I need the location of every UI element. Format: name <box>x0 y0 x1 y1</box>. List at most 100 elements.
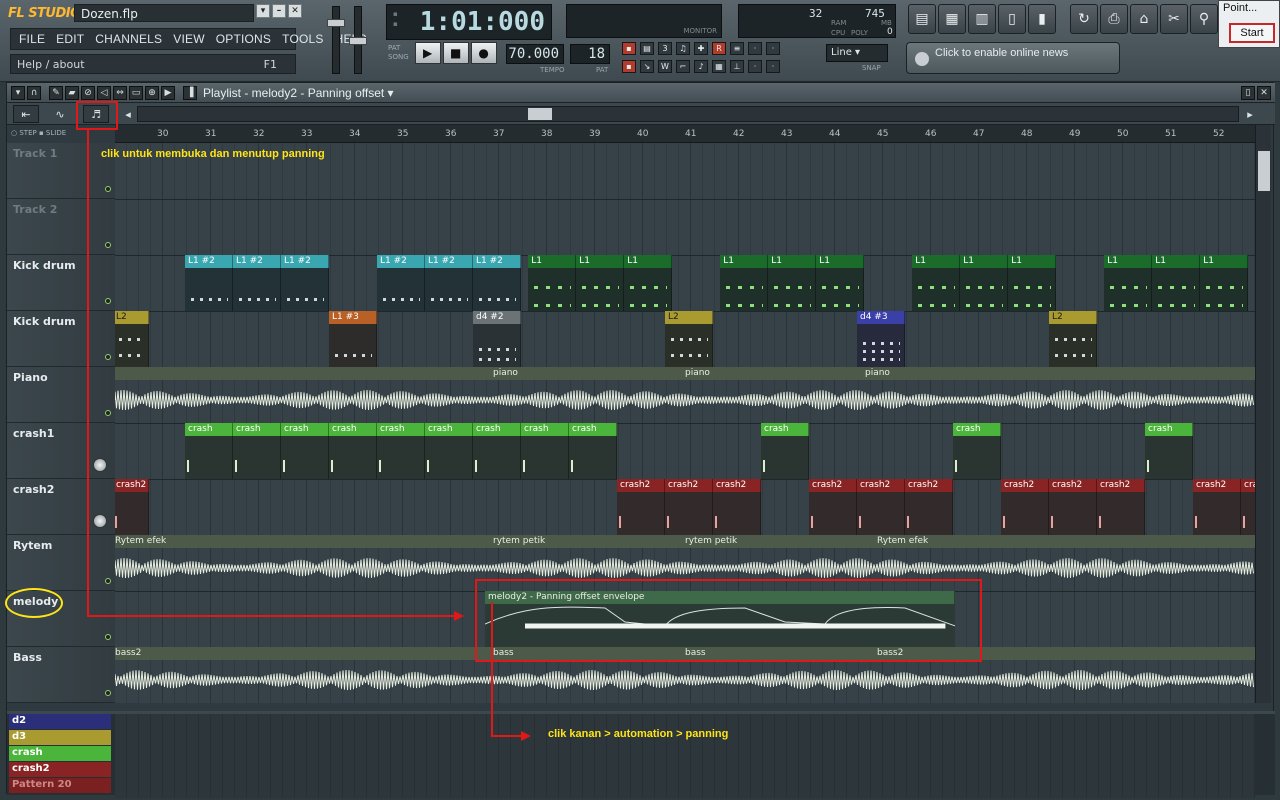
playlist-mode-icon[interactable]: ⇤ <box>13 105 39 123</box>
collapse-icon[interactable]: ▐ <box>183 86 197 100</box>
extra-icon-1[interactable]: · <box>748 42 762 55</box>
pattern-clip[interactable]: crash <box>329 423 377 479</box>
save-icon[interactable]: ⎙ <box>1100 4 1128 34</box>
extra-icon-3[interactable]: · <box>748 60 762 73</box>
pattern-clip[interactable]: crash <box>761 423 809 479</box>
wait-input-icon[interactable]: W <box>658 60 672 73</box>
close-icon[interactable]: ✕ <box>288 4 302 18</box>
volume-knob[interactable] <box>93 458 107 472</box>
scroll-left-icon[interactable]: ◂ <box>119 105 137 123</box>
pattern-clip[interactable]: L1 <box>528 255 577 311</box>
pattern-crash2[interactable]: crash2 <box>9 762 111 777</box>
step-slide-toggle[interactable]: ○ STEP ▪ SLIDE <box>11 129 66 137</box>
track-header-7[interactable]: crash2 <box>7 479 115 535</box>
pattern-clip[interactable]: L1 <box>912 255 961 311</box>
export-icon[interactable]: ⌂ <box>1130 4 1158 34</box>
pattern-crash[interactable]: crash <box>9 746 111 761</box>
playlist-window-icon[interactable]: ▤ <box>908 4 936 34</box>
pattern-clip[interactable]: crash2 <box>1001 479 1049 535</box>
track-header-10[interactable]: Bass <box>7 647 115 703</box>
close-playlist-icon[interactable]: ✕ <box>1257 86 1271 100</box>
menu-channels[interactable]: CHANNELS <box>95 32 162 46</box>
overdub-icon[interactable]: ≡ <box>730 42 744 55</box>
browser-icon[interactable]: ▯ <box>998 4 1026 34</box>
pattern-clip[interactable]: L1 <box>768 255 817 311</box>
play-button[interactable]: ▶ <box>414 42 441 64</box>
pencil-icon[interactable]: ✎ <box>49 86 63 100</box>
zoom-icon[interactable]: ⊕ <box>145 86 159 100</box>
pattern-grid[interactable] <box>115 714 1255 798</box>
pattern-clip[interactable]: crash2 <box>1097 479 1145 535</box>
pattern-clip[interactable]: crash <box>281 423 329 479</box>
slip-icon[interactable]: ⇔ <box>113 86 127 100</box>
maximize-icon[interactable]: ▯ <box>1241 86 1255 100</box>
pattern-clip[interactable]: crash <box>377 423 425 479</box>
wait-icon[interactable]: ▪ <box>622 60 636 73</box>
menu-file[interactable]: FILE <box>19 32 45 46</box>
pattern-clip[interactable]: crash <box>569 423 617 479</box>
piano-roll-icon[interactable]: ▥ <box>968 4 996 34</box>
record-button[interactable]: ● <box>470 42 497 64</box>
menu-tools[interactable]: TOOLS <box>282 32 323 46</box>
typing-keyboard-icon[interactable]: ▤ <box>640 42 654 55</box>
delete-icon[interactable]: ⊘ <box>81 86 95 100</box>
pattern-clip[interactable]: crash2 <box>617 479 665 535</box>
audio-icon[interactable]: ↘ <box>640 60 654 73</box>
pattern-clip[interactable]: L1 #3 <box>329 311 377 367</box>
pattern-clip[interactable]: L1 #2 <box>185 255 233 311</box>
master-pitch-slider[interactable] <box>349 6 367 74</box>
grid-icon[interactable]: ▦ <box>712 60 726 73</box>
metronome-icon[interactable]: ▪ <box>622 42 636 55</box>
track-header-6[interactable]: crash1 <box>7 423 115 479</box>
pattern-clip[interactable]: crash <box>521 423 569 479</box>
step-edit-icon[interactable]: ♫ <box>676 42 690 55</box>
pattern-clip[interactable]: L1 #2 <box>473 255 521 311</box>
pattern-clip[interactable]: d4 #3 <box>857 311 905 367</box>
menu-view[interactable]: VIEW <box>173 32 204 46</box>
pat-song-switch[interactable]: PAT SONG <box>388 44 409 62</box>
track-header-4[interactable]: Kick drum <box>7 311 115 367</box>
countdown-icon[interactable]: 3 <box>658 42 672 55</box>
pattern-clip[interactable]: L1 <box>624 255 673 311</box>
pattern-clip[interactable]: crash <box>953 423 1001 479</box>
pattern-clip[interactable]: L1 #2 <box>281 255 329 311</box>
undo-icon[interactable]: ↻ <box>1070 4 1098 34</box>
pattern-clip[interactable]: crash <box>233 423 281 479</box>
pattern-clip[interactable]: L1 <box>816 255 865 311</box>
vertical-scrollbar[interactable] <box>1255 125 1271 703</box>
snap-select[interactable]: Line ▾ <box>826 44 888 62</box>
pattern-clip[interactable]: L1 #2 <box>425 255 473 311</box>
blend-notes-icon[interactable]: ✚ <box>694 42 708 55</box>
pattern-clip[interactable]: L1 <box>1008 255 1057 311</box>
pattern-number[interactable]: 18 <box>570 44 610 64</box>
online-news-panel[interactable]: Click to enable online news <box>906 42 1120 74</box>
loop-record-icon[interactable]: R <box>712 42 726 55</box>
horizontal-scrollbar[interactable] <box>137 106 1239 122</box>
playback-icon[interactable]: ▶ <box>161 86 175 100</box>
track-header-3[interactable]: Kick drum <box>7 255 115 311</box>
tools-icon[interactable]: ✂ <box>1160 4 1188 34</box>
pattern-clip[interactable]: L1 <box>1152 255 1201 311</box>
pattern-clip[interactable]: crash <box>473 423 521 479</box>
pattern-clip[interactable]: L1 <box>1104 255 1153 311</box>
pattern-clip[interactable]: crash2 <box>905 479 953 535</box>
tempo-display[interactable]: 70.000 <box>506 44 564 64</box>
magnet-icon[interactable]: ∩ <box>27 86 41 100</box>
pattern-clip[interactable]: L1 <box>1200 255 1249 311</box>
pattern-clip[interactable]: d4 #2 <box>473 311 521 367</box>
track-header-1[interactable]: Track 1 <box>7 143 115 199</box>
mute-icon[interactable]: ◁ <box>97 86 111 100</box>
mixer-icon[interactable]: ⊥ <box>730 60 744 73</box>
pattern-clip[interactable]: crash <box>185 423 233 479</box>
track-header-5[interactable]: Piano <box>7 367 115 423</box>
start-button[interactable]: Start <box>1229 23 1275 43</box>
pattern-clip[interactable]: crash2 <box>713 479 761 535</box>
pattern-d2[interactable]: d2 <box>9 714 111 729</box>
window-menu-icon[interactable]: ▾ <box>11 86 25 100</box>
mixer-window-icon[interactable]: ▮ <box>1028 4 1056 34</box>
automation-curve-icon[interactable]: ∿ <box>47 105 73 123</box>
pattern-clip[interactable]: crash2 <box>1049 479 1097 535</box>
volume-knob[interactable] <box>93 514 107 528</box>
pattern-clip[interactable]: L2 <box>115 311 149 367</box>
pattern-clip[interactable]: L1 #2 <box>233 255 281 311</box>
